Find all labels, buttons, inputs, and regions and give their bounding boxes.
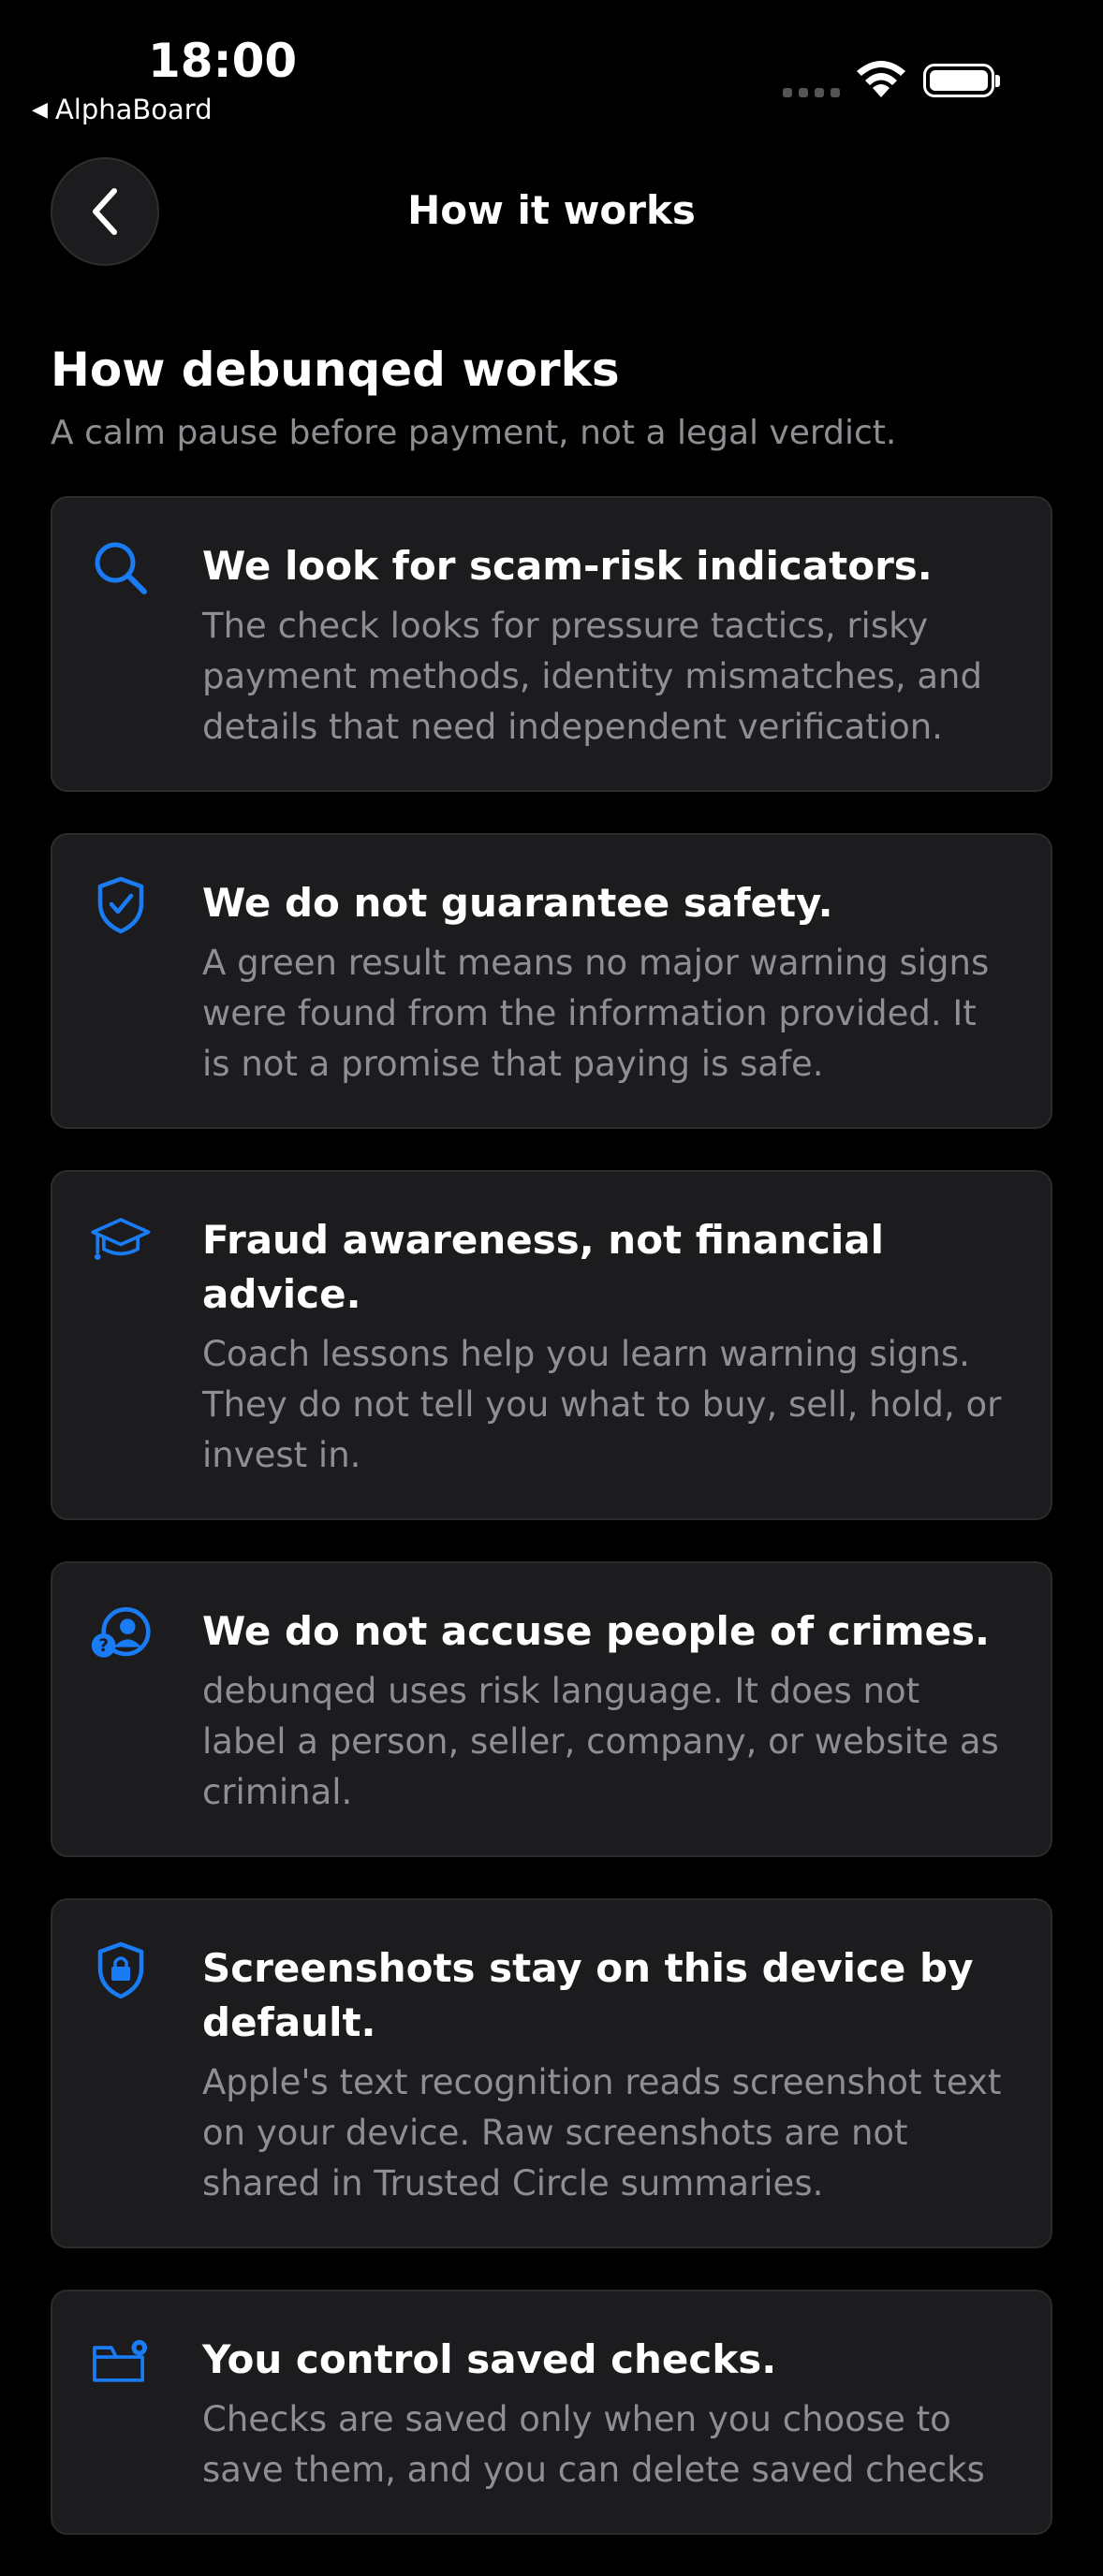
cellular-signal-icon xyxy=(783,88,840,97)
nav-title: How it works xyxy=(407,187,696,233)
person-question-icon: ? xyxy=(90,1603,152,1664)
back-to-app-link[interactable]: ◀ AlphaBoard xyxy=(32,94,213,125)
lock-shield-icon xyxy=(90,1939,152,2001)
card-body: A green result means no major warning si… xyxy=(202,943,990,1084)
page-header: How debunqed works A calm pause before p… xyxy=(51,343,1052,452)
info-card-list: We look for scam-risk indicators. The ch… xyxy=(51,496,1052,2576)
card-title: Fraud awareness, not financial advice. xyxy=(202,1217,885,1317)
status-time: 18:00 xyxy=(148,34,298,88)
info-card: Fraud awareness, not financial advice. C… xyxy=(51,1170,1052,1520)
card-body: Apple's text recognition reads screensho… xyxy=(202,2062,1002,2203)
card-title: We do not guarantee safety. xyxy=(202,880,833,926)
info-card: We do not guarantee safety. A green resu… xyxy=(51,833,1052,1129)
battery-icon xyxy=(923,64,1000,97)
card-title: We do not accuse people of crimes. xyxy=(202,1608,991,1654)
info-card: Screenshots stay on this device by defau… xyxy=(51,1898,1052,2248)
card-body: Coach lessons help you learn warning sig… xyxy=(202,1334,1002,1475)
search-icon xyxy=(90,537,152,599)
page-subtitle: A calm pause before payment, not a legal… xyxy=(51,414,897,452)
page-title: How debunqed works xyxy=(51,343,620,397)
card-body: debunqed uses risk language. It does not… xyxy=(202,1671,999,1812)
back-triangle-icon: ◀ xyxy=(32,97,48,122)
shield-check-icon xyxy=(90,874,152,936)
card-title: We look for scam-risk indicators. xyxy=(202,543,933,589)
graduation-cap-icon xyxy=(90,1211,152,1273)
navigation-bar: How it works xyxy=(0,150,1103,271)
info-card: You control saved checks. Checks are sav… xyxy=(51,2290,1052,2535)
card-body: The check looks for pressure tactics, ri… xyxy=(202,606,982,747)
info-card: ? We do not accuse people of crimes. deb… xyxy=(51,1561,1052,1857)
folder-gear-icon xyxy=(90,2331,152,2393)
info-card: We look for scam-risk indicators. The ch… xyxy=(51,496,1052,792)
card-title: Screenshots stay on this device by defau… xyxy=(202,1945,974,2045)
card-title: You control saved checks. xyxy=(202,2336,777,2382)
svg-text:?: ? xyxy=(98,1636,109,1656)
card-body: Checks are saved only when you choose to… xyxy=(202,2399,985,2490)
status-bar: 18:00 ◀ AlphaBoard xyxy=(0,0,1103,140)
back-app-label: AlphaBoard xyxy=(54,94,213,125)
wifi-icon xyxy=(854,58,908,103)
